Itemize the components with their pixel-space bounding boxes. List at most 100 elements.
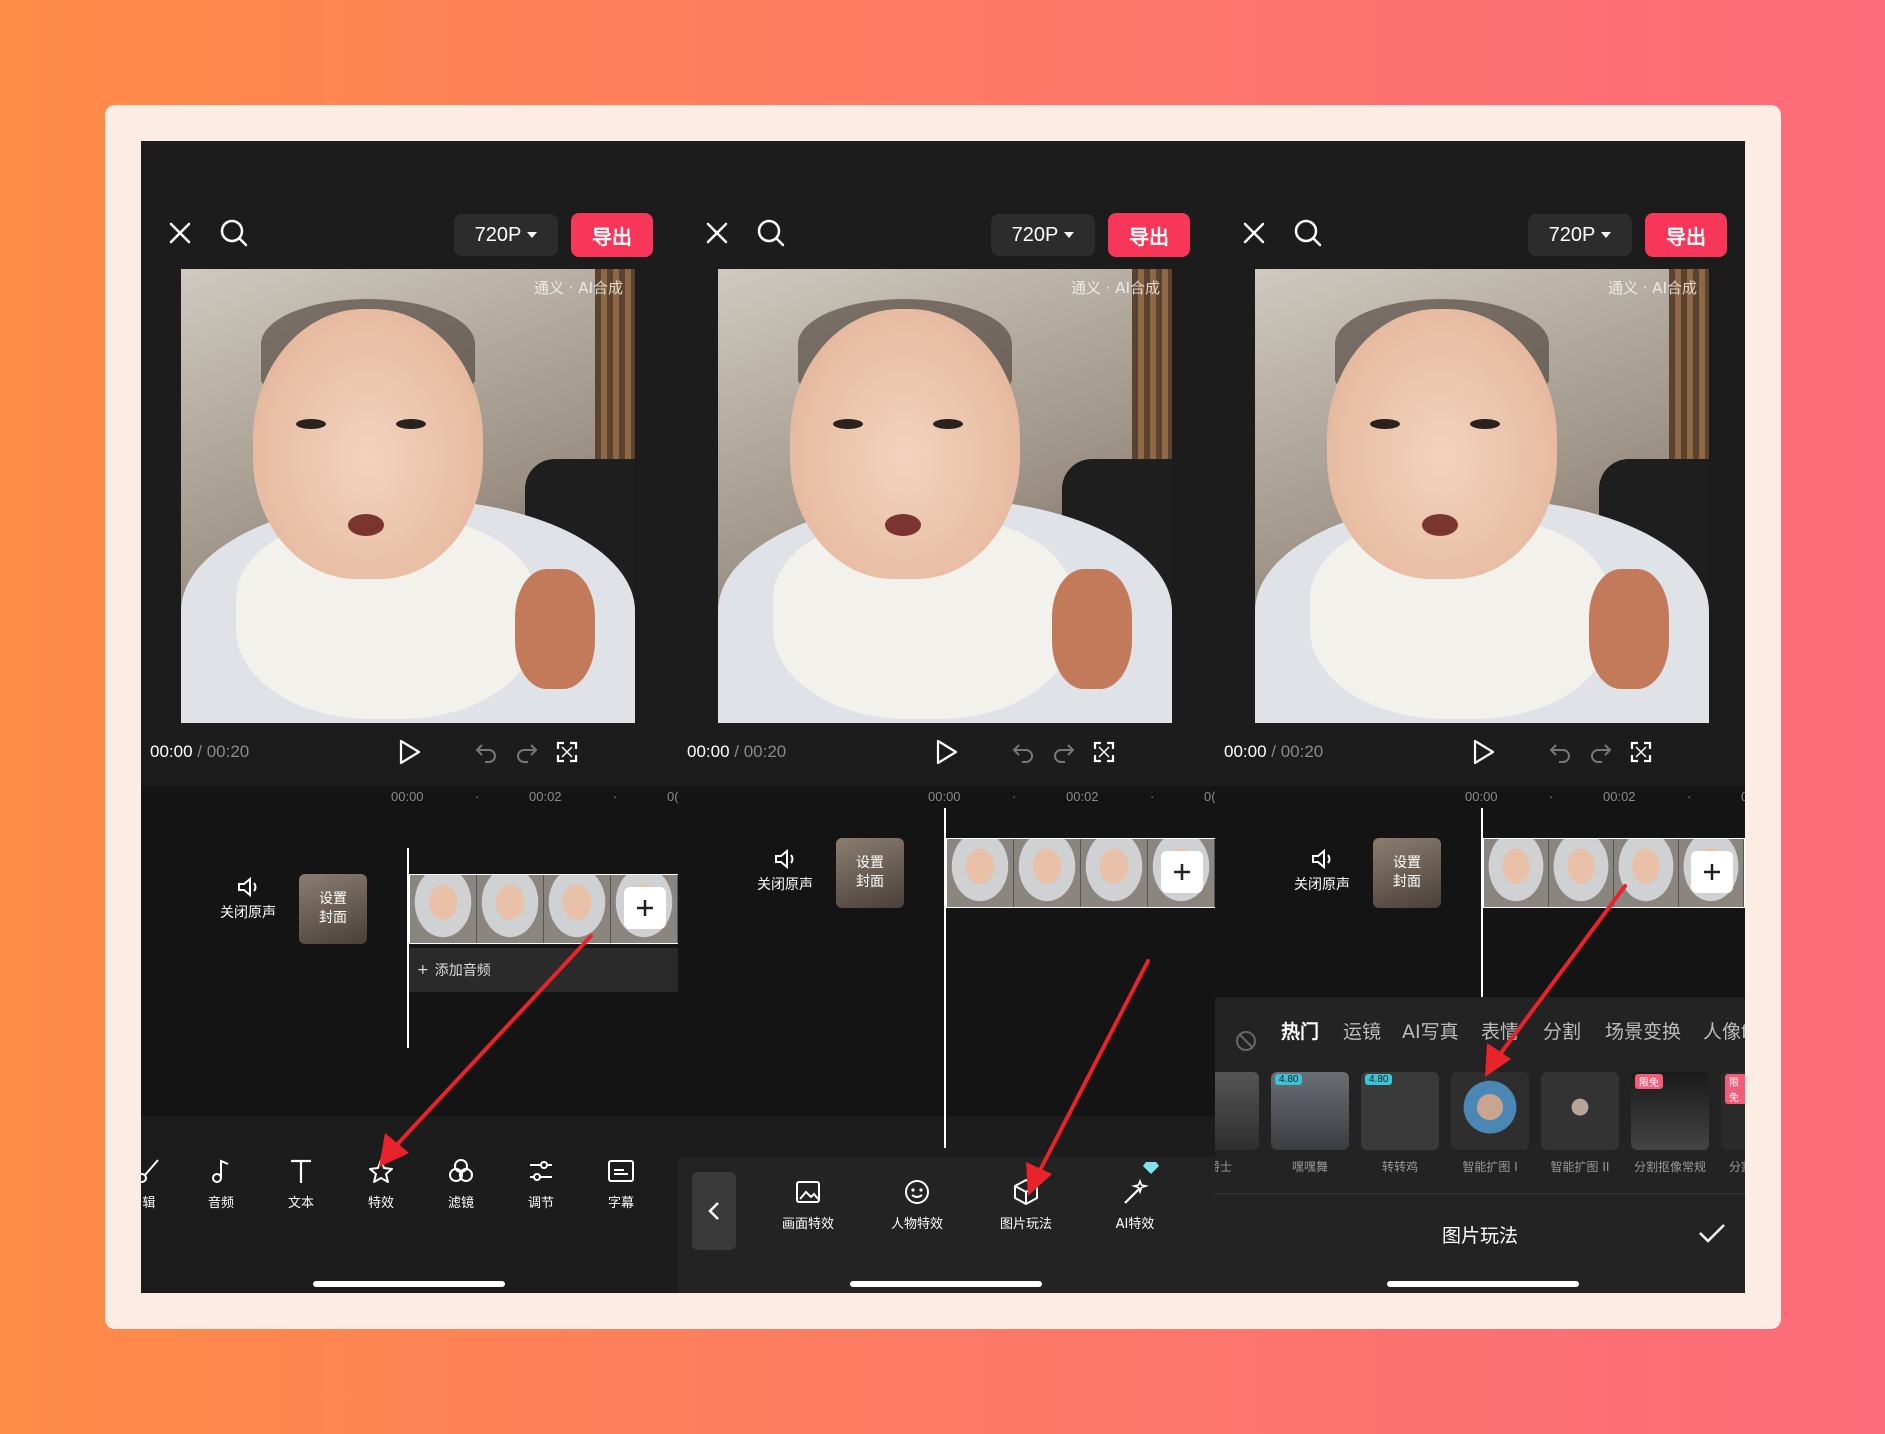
fullscreen-icon[interactable] [1629,740,1653,764]
ruler-tick: 00:00 [928,789,961,804]
set-cover-button[interactable]: 设置 封面 [1373,838,1441,908]
video-preview[interactable]: 通义 · AI合成 [1255,269,1709,723]
search-icon[interactable] [754,216,788,250]
free-badge: 限免 [1635,1074,1663,1089]
add-clip-button[interactable] [1691,851,1733,893]
search-icon[interactable] [217,216,251,250]
category-tabs: 热门 运镜 AI写真 表情 分割 场景变换 人像f [1215,1009,1745,1052]
preview-mouth [1422,514,1458,536]
export-button[interactable]: 导出 [1108,213,1190,257]
ban-icon[interactable] [1235,1030,1257,1052]
resolution-dropdown[interactable]: 720P [1528,214,1632,256]
tab-scene-change[interactable]: 场景变换 [1605,1017,1681,1044]
timeline[interactable]: 00:00 · 00:02 · 0( 关闭原声 设置封面 [678,786,1215,1148]
time-ruler: 00:00 · 00:02 · 0( [678,789,1215,809]
playhead[interactable] [407,848,409,1048]
ruler-tick: · [1012,789,1017,804]
plus-icon [1704,864,1720,880]
resolution-dropdown[interactable]: 720P [991,214,1095,256]
video-preview[interactable]: 通义 · AI合成 [181,269,635,723]
sliders-icon [530,1161,552,1181]
speaker-icon [238,876,257,898]
mute-original-button[interactable]: 关闭原声 [750,848,820,894]
tab-camera[interactable]: 运镜 [1343,1017,1381,1044]
resolution-dropdown[interactable]: 720P [454,214,558,256]
close-icon[interactable] [700,216,734,250]
home-indicator [1387,1281,1579,1287]
tab-hot[interactable]: 热门 [1281,1017,1319,1044]
clip-frame [1614,839,1679,907]
add-clip-button[interactable] [624,887,666,929]
tool-subtitle[interactable]: 字幕 [591,1156,651,1211]
play-icon[interactable] [1470,738,1496,766]
tool-edit[interactable]: 辑 [141,1156,179,1211]
fx-ai-effect[interactable]: AI特效 [1090,1177,1180,1232]
tab-segment[interactable]: 分割 [1543,1017,1581,1044]
mute-label: 关闭原声 [220,905,276,921]
clip-frame [544,875,611,943]
tab-portrait[interactable]: 人像f [1703,1017,1745,1044]
tool-filter[interactable]: 滤镜 [431,1156,491,1211]
duration: 00:20 [743,742,787,761]
fx-image-effect[interactable]: 画面特效 [763,1177,853,1232]
mute-original-button[interactable]: 关闭原声 [213,876,283,922]
tab-expression[interactable]: 表情 [1481,1017,1519,1044]
add-audio-button[interactable]: + 添加音频 [409,948,678,992]
effect-thumb[interactable]: 限免 [1631,1072,1709,1150]
clip-frame [1081,839,1148,907]
music-note-icon [212,1159,229,1183]
play-icon[interactable] [396,738,422,766]
tool-audio[interactable]: 音频 [191,1156,251,1211]
time-separator: / [192,742,207,761]
cover-label-2: 封面 [1393,874,1421,890]
tab-ai-portrait[interactable]: AI写真 [1402,1017,1459,1044]
checkmark-icon[interactable] [1697,1221,1727,1245]
effect-thumb[interactable] [1541,1072,1619,1150]
undo-icon[interactable] [474,740,498,764]
playhead[interactable] [944,808,946,1148]
export-button[interactable]: 导出 [1645,213,1727,257]
set-cover-button[interactable]: 设置 封面 [299,874,367,944]
undo-icon[interactable] [1011,740,1035,764]
video-preview[interactable]: 通义 · AI合成 [718,269,1172,723]
panel-editor-main: 720P 导出 通义 · AI合成 00:00 / 00:20 00:00 · … [141,141,678,1293]
fullscreen-icon[interactable] [1092,740,1116,764]
scissors-icon [141,1159,159,1183]
redo-icon[interactable] [1589,740,1613,764]
tool-effects[interactable]: 特效 [351,1156,411,1211]
search-icon[interactable] [1291,216,1325,250]
effect-thumb[interactable]: 限免 [1721,1072,1745,1150]
fx-face-effect[interactable]: 人物特效 [872,1177,962,1232]
back-button[interactable] [692,1172,736,1250]
fullscreen-icon[interactable] [555,740,579,764]
play-icon[interactable] [933,738,959,766]
text-icon [291,1159,311,1183]
tool-label: 文本 [287,1196,314,1211]
add-clip-button[interactable] [1161,851,1203,893]
redo-icon[interactable] [1052,740,1076,764]
plus-icon [637,900,653,916]
close-icon[interactable] [163,216,197,250]
ruler-tick: 00:00 [391,789,424,804]
effect-thumb[interactable]: 4.80 [1271,1072,1349,1150]
tool-adjust[interactable]: 调节 [511,1156,571,1211]
effect-thumb[interactable] [1215,1072,1259,1150]
redo-icon[interactable] [515,740,539,764]
preview-eye [833,419,863,429]
cube-icon [1014,1179,1038,1205]
export-button[interactable]: 导出 [571,213,653,257]
fx-image-play[interactable]: 图片玩法 [981,1177,1071,1232]
tool-text[interactable]: 文本 [271,1156,331,1211]
effect-label: 爵士 [1215,1160,1232,1174]
playhead[interactable] [1481,808,1483,998]
ruler-tick: 0( [667,789,678,804]
effect-thumb[interactable] [1451,1072,1529,1150]
effect-label: 分割 [1728,1160,1745,1174]
mute-original-button[interactable]: 关闭原声 [1287,848,1357,894]
effect-thumb[interactable]: 4.80 [1361,1072,1439,1150]
tool-label: 字幕 [607,1196,634,1211]
close-icon[interactable] [1237,216,1271,250]
undo-icon[interactable] [1548,740,1572,764]
timeline[interactable]: 00:00 · 00:02 · 0( 关闭原声 设置 封面 + 添加音频 [141,786,678,1116]
set-cover-button[interactable]: 设置 封面 [836,838,904,908]
